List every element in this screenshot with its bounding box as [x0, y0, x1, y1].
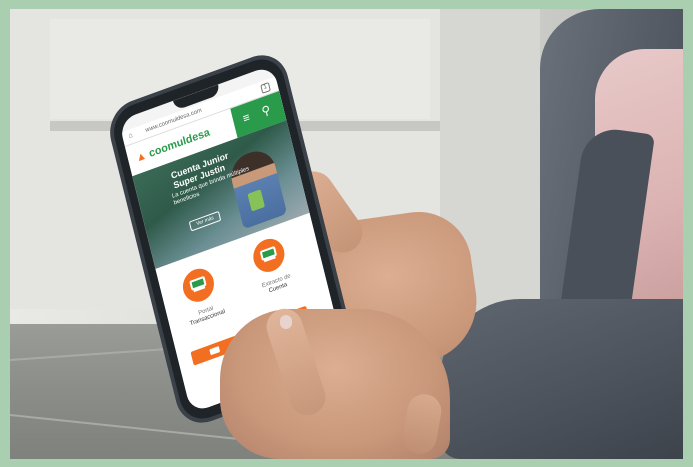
- tab-count[interactable]: 1: [259, 81, 271, 94]
- extracto-cuenta-button[interactable]: [249, 234, 288, 277]
- mail-icon: [209, 346, 221, 356]
- service-label-portal[interactable]: Portal Transaccional: [182, 300, 232, 331]
- laptop-icon: [259, 245, 278, 262]
- hero-child-photo: [226, 145, 288, 230]
- home-icon[interactable]: ⌂: [127, 129, 134, 144]
- portal-transaccional-button[interactable]: [179, 264, 218, 307]
- service-label-extracto[interactable]: Extracto de Cuenta: [252, 270, 302, 301]
- fingernail: [280, 315, 292, 329]
- hero-button[interactable]: Ver más: [188, 210, 222, 232]
- menu-icon[interactable]: ≡: [241, 110, 251, 126]
- person-sleeve: [440, 299, 683, 459]
- laptop-icon: [189, 275, 207, 291]
- photo: ⌂ www.coomuldesa.com 1 ▲ coomuldesa ≡ ⚲ …: [10, 9, 683, 459]
- search-icon[interactable]: ⚲: [260, 102, 272, 119]
